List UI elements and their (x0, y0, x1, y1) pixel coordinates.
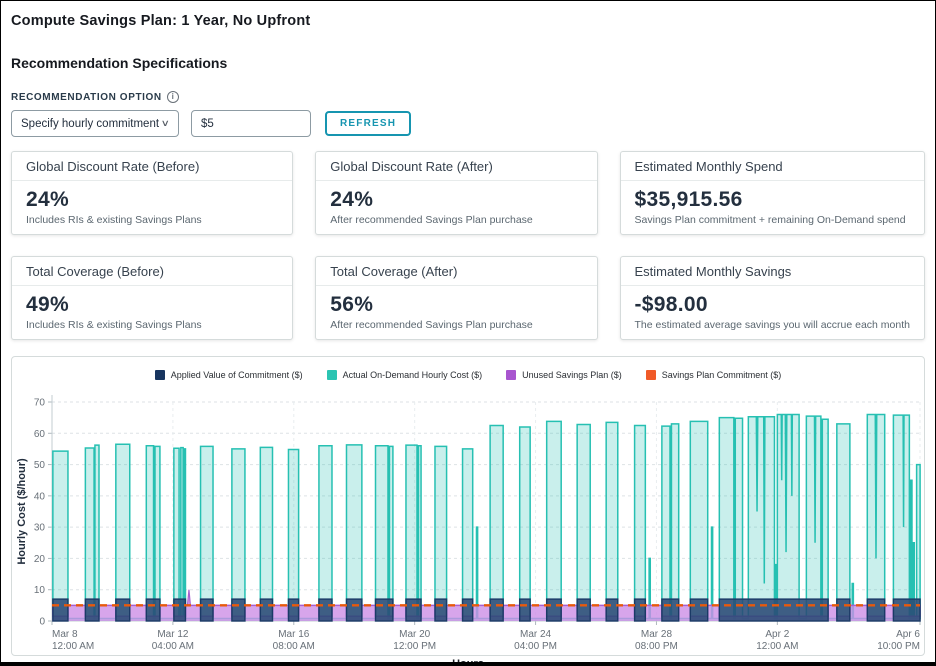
legend-swatch-orange (645, 369, 656, 380)
hourly-commitment-input[interactable] (191, 110, 311, 137)
svg-text:10: 10 (34, 585, 46, 596)
card-total-coverage-before: Total Coverage (Before) 49% Includes RIs… (11, 256, 294, 340)
card-value: 56% (330, 293, 374, 316)
hourly-cost-chart-panel: Applied Value of Commitment ($) Actual O… (11, 356, 925, 656)
svg-text:70: 70 (34, 398, 46, 409)
svg-text:Apr 2: Apr 2 (765, 629, 789, 640)
info-icon[interactable]: i (166, 91, 179, 103)
legend-unused-savings-plan[interactable]: Unused Savings Plan ($) (506, 366, 622, 383)
svg-text:40: 40 (34, 491, 46, 502)
svg-text:04:00 PM: 04:00 PM (514, 641, 557, 651)
card-title: Estimated Monthly Savings (620, 257, 924, 286)
legend-applied-value[interactable]: Applied Value of Commitment ($) (154, 366, 303, 383)
card-value: 24% (26, 188, 69, 211)
svg-text:Mar 20: Mar 20 (399, 629, 431, 640)
chart-canvas[interactable]: 010203040506070Mar 812:00 AMMar 1204:00 … (12, 383, 928, 651)
legend-swatch-purple (506, 369, 517, 380)
svg-text:0: 0 (39, 617, 45, 628)
card-value: -$98.00 (634, 293, 708, 316)
x-axis-title: Hours (452, 658, 484, 666)
chevron-down-icon: ∨ (161, 118, 171, 128)
card-description: Includes RIs & existing Savings Plans (26, 214, 202, 226)
commitment-type-select[interactable]: Specify hourly commitment ∨ (11, 110, 179, 137)
card-title: Total Coverage (Before) (12, 257, 293, 286)
refresh-button[interactable]: REFRESH (325, 111, 412, 136)
select-value: Specify hourly commitment (21, 117, 160, 130)
card-title: Estimated Monthly Spend (620, 152, 924, 181)
card-description: Savings Plan commitment + remaining On-D… (634, 214, 906, 226)
svg-text:Mar 8: Mar 8 (52, 629, 78, 640)
svg-text:Mar 12: Mar 12 (157, 629, 189, 640)
legend-on-demand-cost[interactable]: Actual On-Demand Hourly Cost ($) (326, 366, 482, 383)
page-title: Compute Savings Plan: 1 Year, No Upfront (11, 13, 311, 29)
svg-text:Hourly Cost ($/hour): Hourly Cost ($/hour) (16, 458, 28, 565)
card-description: After recommended Savings Plan purchase (330, 214, 533, 226)
svg-text:08:00 AM: 08:00 AM (273, 641, 315, 651)
stat-cards-grid: Global Discount Rate (Before) 24% Includ… (11, 151, 925, 340)
svg-text:04:00 AM: 04:00 AM (152, 641, 194, 651)
card-description: After recommended Savings Plan purchase (330, 319, 533, 331)
section-title: Recommendation Specifications (11, 55, 228, 71)
card-total-coverage-after: Total Coverage (After) 56% After recomme… (315, 256, 598, 340)
svg-text:Apr 6: Apr 6 (896, 629, 920, 640)
legend-swatch-navy (154, 369, 165, 380)
chart-legend: Applied Value of Commitment ($) Actual O… (12, 357, 924, 383)
card-estimated-monthly-savings: Estimated Monthly Savings -$98.00 The es… (619, 256, 925, 340)
svg-text:60: 60 (34, 429, 46, 440)
card-value: 24% (330, 188, 374, 211)
svg-text:10:00 PM: 10:00 PM (877, 641, 920, 651)
svg-text:12:00 AM: 12:00 AM (52, 641, 94, 651)
svg-text:Mar 28: Mar 28 (641, 629, 673, 640)
savings-plan-page: Compute Savings Plan: 1 Year, No Upfront… (0, 0, 936, 666)
card-value: $35,915.56 (634, 188, 743, 211)
legend-swatch-teal (326, 369, 337, 380)
svg-text:12:00 PM: 12:00 PM (393, 641, 436, 651)
legend-savings-plan-commitment[interactable]: Savings Plan Commitment ($) (645, 366, 781, 383)
recommendation-option-row: RECOMMENDATION OPTION i (11, 91, 925, 103)
svg-text:30: 30 (34, 523, 46, 534)
card-title: Total Coverage (After) (316, 257, 597, 286)
svg-text:20: 20 (34, 554, 46, 565)
chart-footer: Hours Note: Unused Savings Plans will at… (11, 658, 925, 666)
svg-text:50: 50 (34, 460, 46, 471)
card-description: The estimated average savings you will a… (634, 319, 910, 331)
card-estimated-monthly-spend: Estimated Monthly Spend $35,915.56 Savin… (619, 151, 925, 235)
card-global-discount-before: Global Discount Rate (Before) 24% Includ… (11, 151, 294, 235)
card-title: Global Discount Rate (Before) (12, 152, 293, 181)
svg-text:Mar 16: Mar 16 (278, 629, 310, 640)
recommendation-option-label: RECOMMENDATION OPTION (11, 91, 162, 103)
card-description: Includes RIs & existing Savings Plans (26, 319, 202, 331)
card-value: 49% (26, 293, 69, 316)
svg-text:12:00 AM: 12:00 AM (756, 641, 798, 651)
card-global-discount-after: Global Discount Rate (After) 24% After r… (315, 151, 598, 235)
svg-text:08:00 PM: 08:00 PM (635, 641, 678, 651)
card-title: Global Discount Rate (After) (316, 152, 597, 181)
svg-text:Mar 24: Mar 24 (520, 629, 552, 640)
controls-row: Specify hourly commitment ∨ REFRESH (11, 110, 925, 137)
